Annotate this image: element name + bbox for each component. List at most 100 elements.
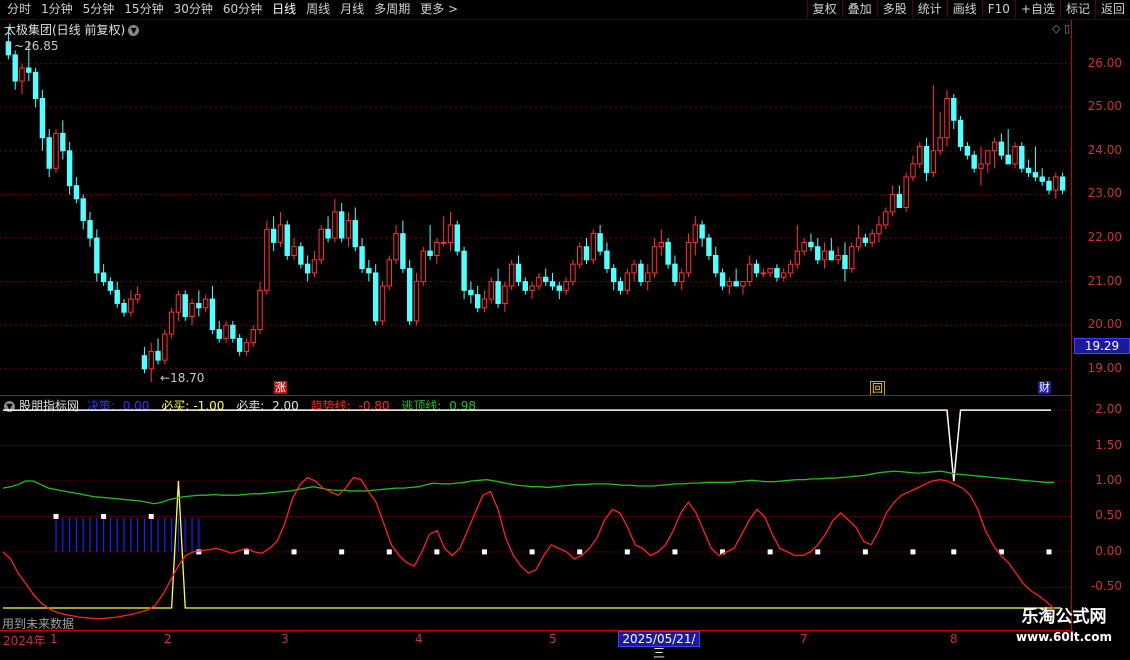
candle-body [468,289,474,296]
candle-body [155,350,161,361]
candle-body [1039,176,1045,182]
candle-body [679,272,685,283]
candle-body [944,97,950,139]
candle [699,220,705,247]
candle-body [318,228,324,261]
candle [726,277,733,295]
toolbar-button-0[interactable]: 复权 [806,0,842,18]
candle [298,242,304,269]
candle [141,347,148,374]
candle-body [604,250,610,270]
candle [645,264,651,291]
toolbar-button-8[interactable]: 返回 [1094,0,1130,18]
zhang-marker[interactable]: 涨 [274,381,287,394]
current-price-tag: 19.29 [1074,338,1130,354]
candle [202,294,209,313]
signal-dot [101,513,107,519]
candle [910,155,916,182]
candle [862,233,869,247]
candle [66,142,73,195]
candle-body [39,97,46,139]
candle [94,229,100,282]
candle [903,172,909,212]
signal-dot [53,513,59,519]
period-tab-0[interactable]: 分时 [2,0,36,19]
signal-dot [481,549,487,555]
candle [291,238,297,260]
period-tab-7[interactable]: 周线 [301,0,335,19]
candle [447,211,454,252]
period-tab-1[interactable]: 1分钟 [36,0,78,19]
candle-body [957,119,964,147]
toolbar-button-4[interactable]: 画线 [946,0,982,18]
toolbar-button-2[interactable]: 多股 [876,0,912,18]
candle [923,137,930,182]
candle-body [196,302,202,309]
candle [679,268,685,291]
candle-body [726,281,733,287]
candle [563,277,569,295]
candlestick-chart[interactable] [0,20,1071,395]
candle-body [359,246,365,270]
candle-body [665,241,671,265]
candle-body [216,329,222,339]
candle-body [821,250,828,261]
candle [264,220,270,295]
candle-body [930,150,937,174]
candle [536,272,542,291]
hui-marker[interactable]: 回 [870,381,885,396]
candle [781,268,787,282]
x-axis-month: 8 [950,632,958,646]
period-tab-3[interactable]: 15分钟 [119,0,168,19]
signal-dot [951,549,957,555]
candle-body [427,250,433,256]
candle-body [393,233,399,261]
toolbar-button-6[interactable]: +自选 [1014,0,1060,18]
candle [393,224,399,265]
candle-body [597,233,603,252]
toolbar-button-7[interactable]: 标记 [1059,0,1095,18]
period-tab-8[interactable]: 月线 [335,0,369,19]
period-tab-6[interactable]: 日线 [267,0,301,19]
candle-body [719,272,726,287]
candle [760,268,767,278]
candle-body [855,237,862,248]
candle [284,220,290,260]
indicator-axis-label: -0.50 [1090,579,1122,594]
candle-body [406,268,413,322]
candle [794,224,801,269]
candle [379,281,386,326]
candle-body [869,233,875,243]
candle [60,120,66,160]
candle-body [46,137,52,169]
candle [1005,129,1011,165]
candle-body [338,211,345,239]
candle [787,259,794,278]
candle-body [923,145,930,174]
candle [719,268,726,291]
indicator-chart[interactable] [0,396,1071,630]
signal-dot [672,549,678,555]
period-tab-4[interactable]: 30分钟 [169,0,218,19]
candle [1032,146,1039,182]
candle-body [685,241,692,274]
candle-body [862,237,869,243]
candle-body [454,224,460,252]
toolbar-button-5[interactable]: F10 [981,0,1015,18]
period-tab-9[interactable]: 多周期 [369,0,415,19]
toolbar-button-1[interactable]: 叠加 [841,0,877,18]
candle [944,89,950,147]
toolbar-button-3[interactable]: 统计 [911,0,947,18]
candle [182,290,188,321]
candle [1046,176,1052,195]
candle-body [645,272,651,283]
candle-body [842,254,848,270]
period-tab-2[interactable]: 5分钟 [78,0,120,19]
period-tab-5[interactable]: 60分钟 [218,0,267,19]
candle [740,281,746,295]
cai-marker[interactable]: 财 [1038,381,1051,394]
candle [114,281,120,308]
candle [522,277,529,295]
yellow-line [3,480,1061,609]
period-tab-10[interactable]: 更多 > [415,0,463,19]
